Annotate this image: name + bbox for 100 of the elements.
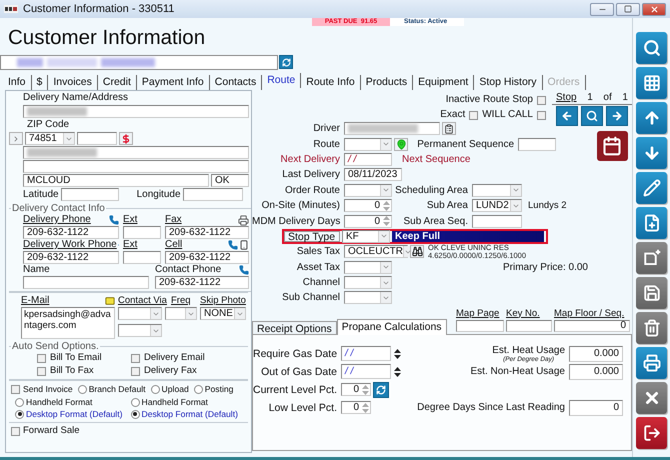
field-label: Require Gas Date — [253, 348, 338, 360]
radio-button[interactable] — [15, 398, 24, 406]
dropdown[interactable] — [472, 184, 522, 197]
text-field[interactable] — [123, 226, 161, 239]
text-field[interactable]: OK — [211, 174, 249, 187]
text-field[interactable]: / / — [341, 364, 391, 380]
field-label: Order Route — [284, 184, 341, 196]
text-field[interactable]: 209-632-1122 — [23, 226, 119, 239]
dropdown[interactable] — [344, 291, 392, 304]
text-field[interactable]: 0.000 — [569, 346, 623, 362]
mail-icon — [105, 296, 115, 306]
tab[interactable]: Route Info — [301, 75, 361, 90]
dropdown[interactable]: LUND2 — [472, 199, 522, 212]
toolbar-button[interactable] — [636, 67, 667, 99]
radio-button[interactable] — [150, 384, 160, 394]
assign-button[interactable] — [442, 122, 456, 136]
refresh-button[interactable] — [373, 382, 389, 398]
map-pin-button[interactable] — [394, 138, 408, 151]
text-field[interactable] — [23, 146, 249, 159]
checkbox[interactable] — [11, 384, 20, 394]
toolbar-button[interactable] — [636, 137, 667, 169]
dropdown[interactable] — [118, 307, 162, 320]
dropdown[interactable] — [344, 138, 392, 151]
previous-stop-button[interactable] — [556, 106, 578, 126]
close-button[interactable] — [642, 2, 666, 16]
text-field[interactable]: MCLOUD — [23, 174, 209, 187]
text-field[interactable] — [23, 276, 149, 289]
text-field[interactable] — [344, 122, 440, 136]
spin-field[interactable]: 0 — [344, 214, 392, 228]
text-field[interactable]: 209-632-1122 — [165, 251, 249, 264]
checkbox[interactable] — [469, 110, 478, 120]
text-field[interactable]: 0 — [569, 400, 623, 416]
dropdown[interactable] — [344, 184, 392, 197]
spin-field[interactable]: 0 — [341, 401, 371, 414]
text-field[interactable] — [23, 105, 249, 118]
tab[interactable]: Equipment — [413, 75, 474, 90]
tab[interactable]: Products — [360, 75, 414, 90]
dropdown[interactable]: KF — [342, 230, 390, 243]
minimize-button[interactable] — [590, 2, 614, 16]
field-label: MDM Delivery Days — [252, 216, 342, 227]
calendar-button[interactable] — [596, 131, 628, 161]
refresh-button[interactable] — [279, 55, 293, 69]
toolbar-button[interactable] — [636, 417, 667, 449]
dropdown[interactable] — [344, 276, 392, 290]
dropdown[interactable] — [344, 260, 392, 274]
text-field[interactable]: 08/11/2023 — [344, 168, 402, 182]
radio-button[interactable] — [15, 410, 24, 418]
field-label: E-Mail — [21, 295, 50, 307]
checkbox[interactable] — [131, 366, 140, 376]
text-field[interactable] — [472, 214, 522, 228]
customer-search-field[interactable] — [0, 55, 278, 70]
radio-button[interactable] — [130, 398, 140, 406]
radio-button[interactable] — [130, 410, 140, 418]
tab[interactable]: Stop History — [474, 75, 543, 90]
text-field[interactable]: 209-632-1122 — [165, 226, 249, 239]
text-field[interactable]: 0 — [554, 320, 630, 332]
text-field[interactable]: / / — [341, 346, 391, 362]
text-field[interactable] — [182, 188, 243, 201]
radio-button[interactable] — [78, 384, 87, 394]
field-label: Cell — [165, 239, 182, 251]
toolbar-button[interactable] — [636, 347, 667, 379]
checkbox[interactable] — [37, 366, 46, 376]
text-field[interactable]: 0.000 — [569, 364, 623, 380]
toolbar-button[interactable] — [636, 102, 667, 134]
next-stop-button[interactable] — [606, 106, 628, 126]
toolbar-button[interactable] — [636, 207, 667, 239]
dropdown[interactable]: OCLEUCTR — [344, 245, 408, 258]
checkbox[interactable] — [37, 354, 46, 362]
text-field[interactable] — [77, 132, 117, 145]
field-label: ZIP Code — [27, 119, 70, 131]
text-field[interactable] — [518, 138, 556, 151]
text-field[interactable]: 209-632-1122 — [23, 251, 119, 264]
checkbox[interactable] — [11, 426, 20, 436]
text-field[interactable]: / / — [344, 152, 392, 166]
dropdown[interactable]: NONE — [200, 307, 246, 320]
text-field[interactable]: 209-632-1122 — [155, 276, 249, 289]
zip-lookup-button[interactable] — [119, 132, 133, 145]
mobile-phone-icon — [239, 240, 249, 250]
tab[interactable]: Receipt Options — [252, 320, 337, 335]
maximize-button[interactable] — [616, 2, 640, 16]
checkbox[interactable] — [537, 110, 546, 120]
dropdown[interactable] — [165, 307, 197, 320]
dropdown[interactable] — [118, 324, 162, 337]
text-field[interactable] — [60, 188, 119, 201]
checkbox[interactable] — [131, 354, 140, 362]
checkbox[interactable] — [537, 96, 546, 104]
toolbar-button[interactable] — [636, 32, 667, 64]
lookup-button[interactable] — [410, 245, 424, 258]
text-field[interactable] — [456, 320, 504, 332]
email-field[interactable]: kpersadsingh@advantagers.com — [21, 307, 115, 339]
radio-button[interactable] — [194, 384, 203, 394]
spin-field[interactable]: 0 — [344, 199, 392, 212]
text-field[interactable] — [23, 160, 249, 173]
dropdown[interactable]: 74851 — [25, 132, 75, 145]
spin-field[interactable]: 0 — [341, 383, 371, 396]
find-stop-button[interactable] — [581, 106, 603, 126]
text-field[interactable] — [123, 251, 161, 264]
text-field[interactable] — [506, 320, 552, 332]
tab[interactable]: Propane Calculations — [336, 318, 447, 335]
toolbar-button[interactable] — [636, 172, 667, 204]
